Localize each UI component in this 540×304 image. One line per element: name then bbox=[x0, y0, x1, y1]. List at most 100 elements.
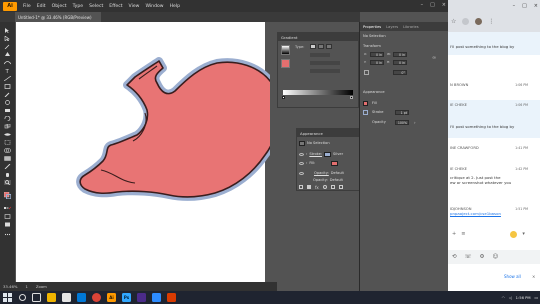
browser-close-icon[interactable]: × bbox=[534, 3, 538, 9]
mail-icon[interactable] bbox=[77, 293, 86, 302]
opacity-field[interactable]: 100% bbox=[395, 120, 409, 125]
star-icon[interactable]: ☆ bbox=[451, 18, 456, 25]
fill-swatch[interactable] bbox=[363, 101, 368, 106]
add-effect-icon[interactable]: fx bbox=[315, 185, 319, 190]
direct-selection-tool-icon[interactable] bbox=[4, 36, 11, 41]
teams-icon[interactable] bbox=[137, 293, 146, 302]
chat-link[interactable]: pnpaoject.com/cse1bason bbox=[450, 211, 538, 216]
office-icon[interactable] bbox=[167, 293, 176, 302]
people-icon[interactable]: ☺ bbox=[492, 254, 498, 260]
line-tool-icon[interactable] bbox=[4, 76, 11, 81]
expand-arrow-icon[interactable]: › bbox=[306, 161, 307, 165]
chat-author[interactable]: INE CRAWFORD bbox=[450, 146, 479, 150]
opacity-label-2[interactable]: Opacity: bbox=[313, 178, 328, 182]
magic-wand-tool-icon[interactable] bbox=[4, 44, 11, 49]
menu-file[interactable]: File bbox=[23, 4, 31, 9]
tab-properties[interactable]: Properties bbox=[363, 25, 381, 29]
stroke-label[interactable]: Stroke: bbox=[309, 152, 322, 156]
stroke-color-chip[interactable] bbox=[324, 151, 332, 157]
zoom-app-icon[interactable] bbox=[152, 293, 161, 302]
close-icon[interactable]: × bbox=[442, 2, 446, 8]
gradient-tool-icon[interactable] bbox=[4, 156, 11, 161]
emoji-icon[interactable] bbox=[510, 230, 518, 238]
menu-type[interactable]: Type bbox=[73, 4, 84, 9]
fill-color-swatch[interactable] bbox=[4, 192, 11, 199]
browser-minimize-icon[interactable]: – bbox=[513, 3, 516, 9]
opacity-label[interactable]: Opacity: bbox=[314, 171, 329, 175]
draw-mode-icon[interactable] bbox=[4, 214, 11, 219]
phone-icon[interactable]: ☏ bbox=[465, 254, 472, 260]
chat-nav-icon[interactable]: ⟲ bbox=[452, 254, 457, 260]
status-mode[interactable]: Zoom bbox=[36, 284, 47, 289]
gradient-panel-header[interactable]: Gradient bbox=[278, 33, 358, 41]
gradient-angle-field[interactable] bbox=[310, 61, 340, 65]
color-mode-icon[interactable] bbox=[4, 206, 11, 211]
stroke-weight-field[interactable]: 1 pt bbox=[395, 110, 409, 115]
gradient-swatch[interactable] bbox=[281, 45, 290, 55]
profile-avatar[interactable] bbox=[475, 18, 483, 25]
task-view-icon[interactable] bbox=[32, 293, 41, 302]
gradient-fill-swatch[interactable] bbox=[281, 59, 290, 68]
menu-view[interactable]: View bbox=[129, 4, 140, 9]
photoshop-taskbar-icon[interactable]: Ps bbox=[122, 293, 131, 302]
tab-libraries[interactable]: Libraries bbox=[403, 25, 419, 29]
menu-window[interactable]: Window bbox=[145, 4, 163, 9]
constrain-link-icon[interactable]: ∞ bbox=[432, 55, 436, 61]
paintbrush-tool-icon[interactable] bbox=[4, 92, 11, 97]
menu-edit[interactable]: Edit bbox=[37, 4, 46, 9]
stroke-swatch[interactable] bbox=[363, 110, 368, 115]
minimize-icon[interactable]: – bbox=[421, 2, 424, 8]
reference-point-icon[interactable] bbox=[364, 70, 369, 75]
menu-effect[interactable]: Effect bbox=[109, 4, 122, 9]
chat-author[interactable]: IE CHEKE bbox=[450, 103, 467, 107]
more-tools-icon[interactable] bbox=[4, 232, 11, 237]
curvature-tool-icon[interactable] bbox=[4, 60, 11, 65]
free-transform-tool-icon[interactable] bbox=[4, 140, 11, 145]
rotate-tool-icon[interactable] bbox=[4, 116, 11, 121]
scale-tool-icon[interactable] bbox=[4, 124, 11, 129]
selection-tool-icon[interactable] bbox=[4, 28, 11, 33]
screen-mode-icon[interactable] bbox=[4, 222, 11, 227]
clock[interactable]: 1:56 PM bbox=[516, 296, 531, 300]
expand-arrow-icon[interactable]: › bbox=[306, 152, 307, 156]
visibility-eye-icon[interactable] bbox=[299, 152, 304, 156]
browser-maximize-icon[interactable]: □ bbox=[522, 3, 527, 9]
stroke-value[interactable]: Silver bbox=[333, 152, 343, 156]
angle-field[interactable]: 0° bbox=[393, 70, 407, 75]
type-tool-icon[interactable]: T bbox=[4, 68, 11, 73]
fill-label[interactable]: Fill: bbox=[309, 161, 315, 165]
gradient-stop-end[interactable] bbox=[350, 96, 353, 99]
send-icon[interactable]: ▾ bbox=[522, 231, 525, 237]
illustrator-taskbar-icon[interactable]: Ai bbox=[107, 293, 116, 302]
attach-icon[interactable]: + bbox=[452, 231, 456, 237]
pen-tool-icon[interactable] bbox=[4, 52, 11, 57]
menu-select[interactable]: Select bbox=[89, 4, 103, 9]
notifications-icon[interactable]: ▭ bbox=[535, 296, 538, 300]
rectangle-tool-icon[interactable] bbox=[4, 84, 11, 89]
linear-gradient-button[interactable] bbox=[310, 44, 316, 49]
chat-author[interactable]: N BROWN bbox=[450, 83, 468, 87]
settings-gear-icon[interactable]: ⚙ bbox=[480, 254, 485, 260]
x-field[interactable]: 0 in bbox=[370, 52, 384, 57]
eyedropper-tool-icon[interactable] bbox=[4, 164, 11, 169]
tab-layers[interactable]: Layers bbox=[386, 25, 398, 29]
close-downloads-icon[interactable]: × bbox=[532, 274, 535, 279]
gradient-stroke-controls[interactable] bbox=[310, 53, 330, 57]
extension-icon[interactable] bbox=[462, 18, 470, 25]
width-tool-icon[interactable] bbox=[4, 132, 11, 137]
delete-item-icon[interactable] bbox=[338, 185, 343, 189]
visibility-eye-icon[interactable] bbox=[299, 161, 304, 165]
add-stroke-icon[interactable] bbox=[299, 185, 303, 189]
shape-builder-tool-icon[interactable] bbox=[4, 148, 11, 153]
h-field[interactable]: 0 in bbox=[393, 60, 407, 65]
chrome-icon[interactable] bbox=[92, 293, 101, 302]
eraser-tool-icon[interactable] bbox=[4, 108, 11, 113]
w-field[interactable]: 0 in bbox=[393, 52, 407, 57]
stomach-illustration[interactable] bbox=[75, 55, 270, 205]
format-icon[interactable]: ≡ bbox=[461, 231, 465, 237]
radial-gradient-button[interactable] bbox=[318, 44, 324, 49]
duplicate-item-icon[interactable] bbox=[330, 185, 335, 189]
maximize-icon[interactable]: □ bbox=[430, 2, 435, 8]
fill-color-chip[interactable] bbox=[331, 160, 339, 166]
visibility-eye-icon[interactable] bbox=[299, 171, 304, 175]
